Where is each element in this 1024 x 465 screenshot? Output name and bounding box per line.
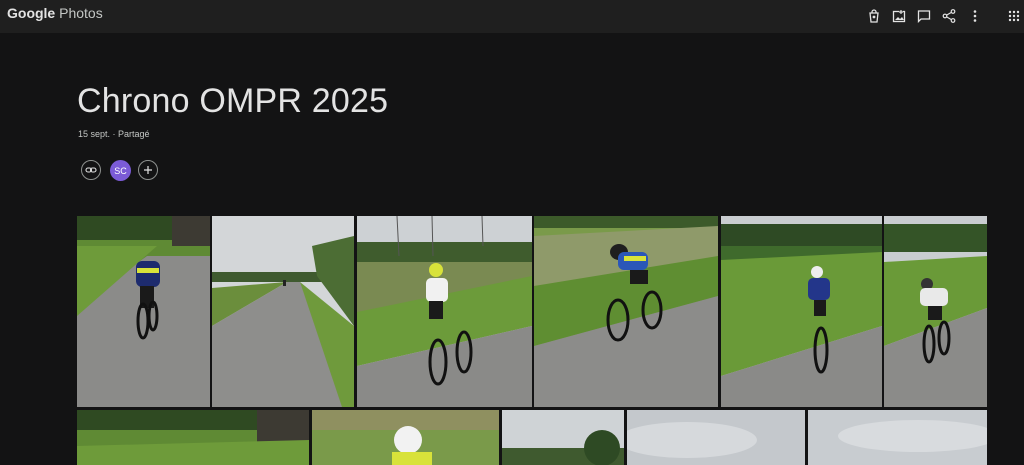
comments-icon <box>917 10 931 23</box>
add-photos-button[interactable] <box>887 4 911 28</box>
photo-9[interactable] <box>502 410 624 465</box>
photo-10[interactable] <box>627 410 805 465</box>
order-prints-icon <box>869 9 879 23</box>
order-prints-button[interactable] <box>862 4 886 28</box>
share-button[interactable] <box>937 4 961 28</box>
photo-8[interactable] <box>312 410 499 465</box>
logo-photos: Photos <box>59 5 103 21</box>
photo-4[interactable] <box>534 216 718 407</box>
more-options-icon <box>973 10 977 22</box>
google-photos-logo[interactable]: Google Photos <box>7 5 103 21</box>
apps-grid-icon <box>1008 10 1020 22</box>
album-meta: 15 sept. · Partagé <box>78 129 150 139</box>
avatar[interactable]: SC <box>110 160 131 181</box>
logo-google: Google <box>7 5 56 21</box>
more-options-button[interactable] <box>963 4 987 28</box>
photo-6[interactable] <box>884 216 987 407</box>
album-title[interactable]: Chrono OMPR 2025 <box>77 82 388 121</box>
avatar-initials: SC <box>114 165 127 176</box>
apps-grid-button[interactable] <box>1002 4 1024 28</box>
photo-5[interactable] <box>721 216 882 407</box>
top-bar: Google Photos <box>0 0 1024 33</box>
photo-3[interactable] <box>357 216 532 407</box>
copy-link-button[interactable] <box>81 160 101 180</box>
photo-11[interactable] <box>808 410 987 465</box>
add-photos-icon <box>892 10 906 23</box>
photo-2[interactable] <box>212 216 354 407</box>
plus-icon <box>144 166 152 174</box>
comments-button[interactable] <box>912 4 936 28</box>
share-icon <box>942 9 956 23</box>
photo-1[interactable] <box>77 216 210 407</box>
link-icon <box>85 167 97 173</box>
photo-7[interactable] <box>77 410 309 465</box>
add-people-button[interactable] <box>138 160 158 180</box>
